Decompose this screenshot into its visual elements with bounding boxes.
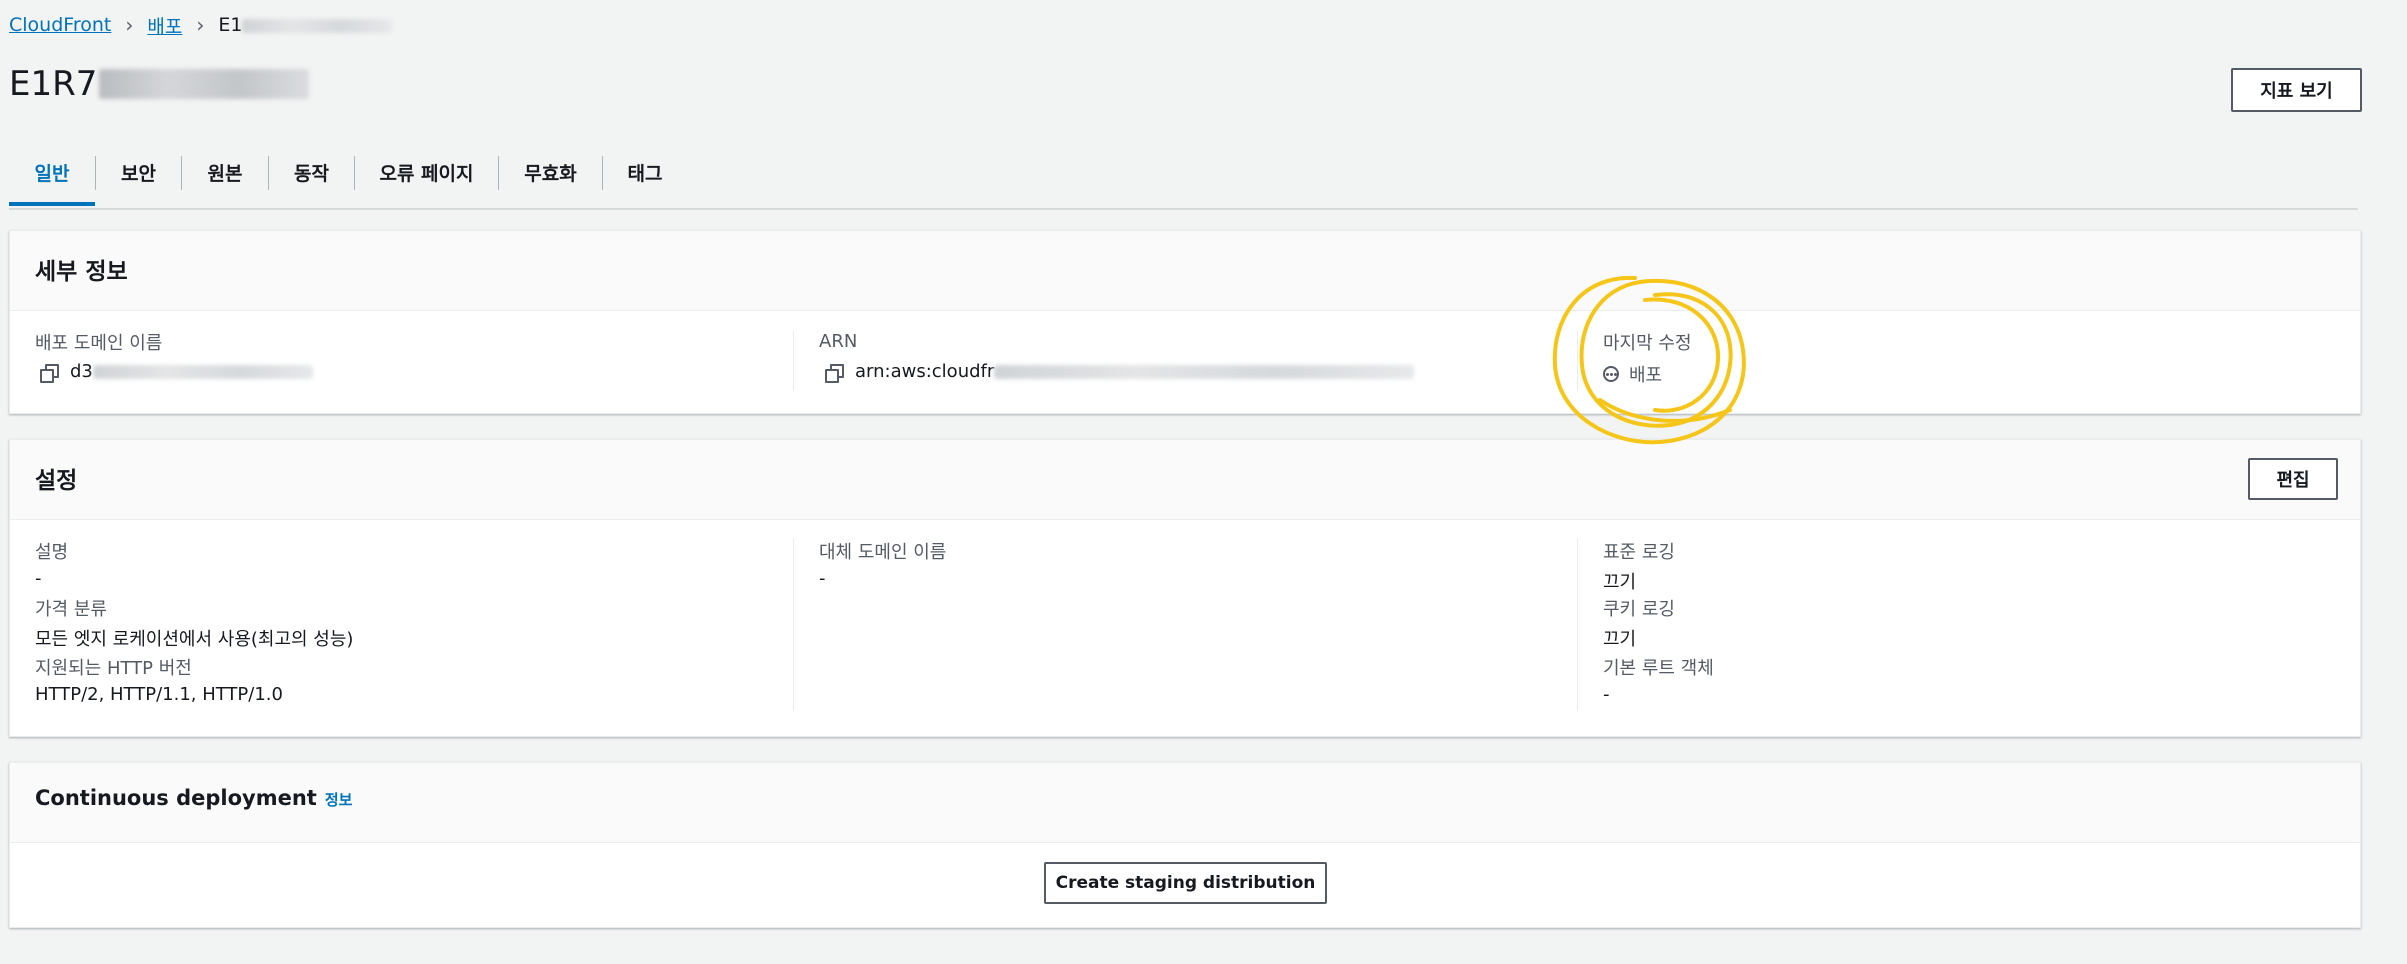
page-title-text: E1R7 bbox=[9, 64, 98, 104]
breadcrumb-distributions-link[interactable]: 배포 bbox=[147, 12, 182, 39]
tab-security[interactable]: 보안 bbox=[96, 150, 181, 194]
tab-behaviors[interactable]: 동작 bbox=[269, 150, 354, 194]
details-title: 세부 정보 bbox=[35, 259, 128, 285]
info-link[interactable]: 정보 bbox=[325, 789, 353, 810]
arn-value: arn:aws:cloudfr bbox=[825, 361, 1415, 383]
root-object-label: 기본 루트 객체 bbox=[1603, 658, 1714, 679]
settings-panel-header: 설정 bbox=[10, 440, 2360, 520]
page-title: E1R7 bbox=[9, 64, 310, 104]
details-panel-header: 세부 정보 bbox=[10, 231, 2360, 311]
column-divider bbox=[793, 331, 794, 391]
price-class-value: 모든 엣지 로케이션에서 사용(최고의 성능) bbox=[35, 629, 354, 650]
tab-origins[interactable]: 원본 bbox=[182, 150, 268, 194]
root-object-value: - bbox=[1603, 684, 1610, 705]
tab-invalidations[interactable]: 무효화 bbox=[499, 150, 602, 194]
cookie-logging-value: 끄기 bbox=[1603, 629, 1637, 650]
tab-bar: 일반 보안 원본 동작 오류 페이지 무효화 태그 bbox=[9, 150, 2358, 210]
copy-icon[interactable] bbox=[825, 363, 844, 383]
active-tab-indicator bbox=[9, 202, 95, 206]
standard-logging-value: 끄기 bbox=[1603, 572, 1637, 593]
breadcrumb-current: E1 bbox=[218, 14, 393, 36]
standard-logging-label: 표준 로깅 bbox=[1603, 542, 1675, 563]
alternate-domain-label: 대체 도메인 이름 bbox=[819, 542, 947, 563]
column-divider bbox=[793, 538, 794, 711]
description-value: - bbox=[35, 568, 42, 589]
redacted-text bbox=[99, 69, 310, 99]
edit-settings-button[interactable]: 편집 bbox=[2248, 458, 2338, 500]
breadcrumb-current-text: E1 bbox=[218, 14, 243, 36]
redacted-text bbox=[994, 364, 1415, 379]
domain-name-label: 배포 도메인 이름 bbox=[35, 333, 163, 354]
tab-tags[interactable]: 태그 bbox=[603, 150, 687, 194]
continuous-deployment-header: Continuous deployment 정보 bbox=[10, 763, 2360, 843]
domain-name-text: d3 bbox=[70, 361, 93, 382]
chevron-right-icon: › bbox=[196, 13, 205, 37]
description-label: 설명 bbox=[35, 542, 69, 563]
continuous-deployment-title: Continuous deployment 정보 bbox=[35, 786, 352, 810]
http-version-value: HTTP/2, HTTP/1.1, HTTP/1.0 bbox=[35, 684, 283, 705]
alternate-domain-value: - bbox=[819, 568, 826, 589]
price-class-label: 가격 분류 bbox=[35, 599, 107, 620]
column-divider bbox=[1577, 538, 1578, 711]
chevron-right-icon: › bbox=[125, 13, 134, 37]
arn-label: ARN bbox=[819, 331, 858, 352]
view-metrics-button[interactable]: 지표 보기 bbox=[2231, 68, 2362, 112]
settings-panel: 설정 설명 - 가격 분류 모든 엣지 로케이션에서 사용(최고의 성능) 지원… bbox=[9, 439, 2361, 737]
details-panel: 세부 정보 배포 도메인 이름 d3 ARN arn:aws:cloudfr 마… bbox=[9, 230, 2361, 414]
http-version-label: 지원되는 HTTP 버전 bbox=[35, 658, 192, 679]
settings-title: 설정 bbox=[35, 468, 78, 494]
arn-text: arn:aws:cloudfr bbox=[855, 361, 995, 382]
tab-error-pages[interactable]: 오류 페이지 bbox=[355, 150, 498, 194]
create-staging-distribution-button[interactable]: Create staging distribution bbox=[1044, 862, 1327, 904]
redacted-text bbox=[242, 18, 393, 33]
copy-icon[interactable] bbox=[40, 363, 59, 383]
continuous-deployment-title-text: Continuous deployment bbox=[35, 786, 317, 810]
breadcrumb-cloudfront-link[interactable]: CloudFront bbox=[9, 14, 111, 36]
highlight-circle-annotation bbox=[1552, 275, 1746, 445]
redacted-text bbox=[92, 364, 313, 379]
breadcrumb: CloudFront › 배포 › E1 bbox=[9, 10, 393, 40]
cookie-logging-label: 쿠키 로깅 bbox=[1603, 599, 1675, 620]
domain-name-value: d3 bbox=[40, 361, 313, 383]
tab-general[interactable]: 일반 bbox=[9, 150, 95, 194]
